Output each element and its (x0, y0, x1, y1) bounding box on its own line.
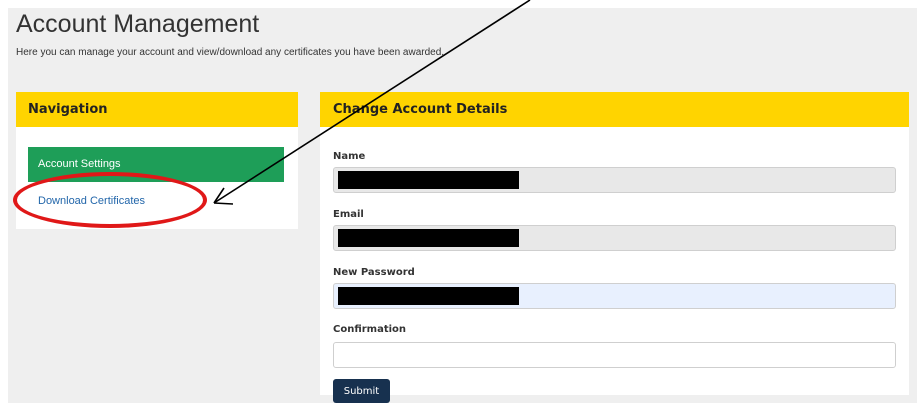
page-title: Account Management (16, 10, 260, 38)
new-password-label: New Password (333, 267, 415, 278)
page-subtitle: Here you can manage your account and vie… (16, 47, 445, 58)
confirmation-field[interactable] (333, 342, 896, 368)
submit-button[interactable]: Submit (333, 379, 390, 403)
change-account-panel: Change Account Details Name Email New Pa… (320, 92, 909, 403)
redaction-bar (338, 171, 519, 189)
redaction-bar (338, 287, 519, 305)
name-field[interactable] (333, 167, 896, 193)
redaction-bar (338, 229, 519, 247)
nav-item-account-settings[interactable]: Account Settings (28, 147, 284, 182)
new-password-field[interactable] (333, 283, 896, 309)
nav-item-download-certificates[interactable]: Download Certificates (38, 195, 145, 207)
navigation-panel: Navigation Account Settings Download Cer… (16, 92, 298, 229)
email-field[interactable] (333, 225, 896, 251)
navigation-title: Navigation (16, 92, 298, 127)
name-label: Name (333, 151, 366, 162)
email-label: Email (333, 209, 364, 220)
confirmation-label: Confirmation (333, 324, 407, 335)
form-title: Change Account Details (320, 92, 909, 127)
